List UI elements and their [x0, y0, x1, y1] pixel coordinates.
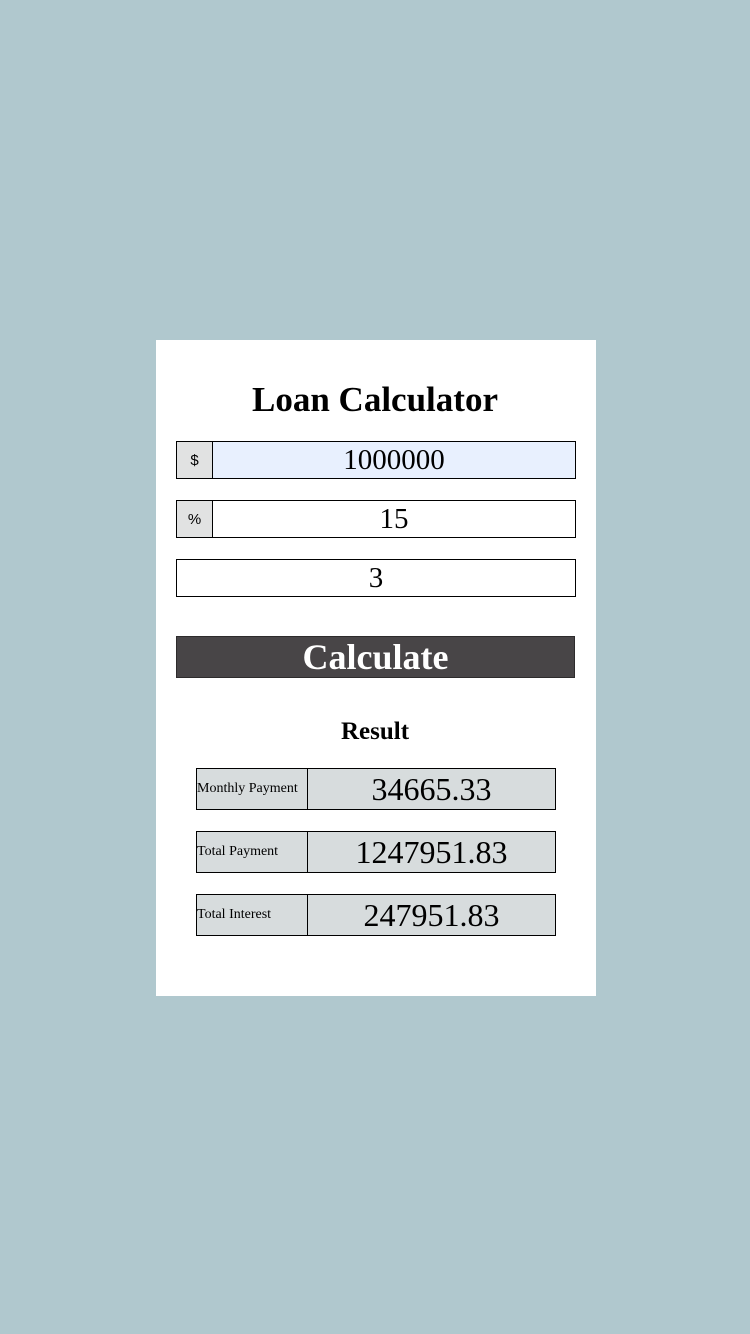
interest-rate-input[interactable]	[213, 501, 575, 537]
total-interest-value: 247951.83	[363, 896, 500, 933]
loan-amount-group: $	[176, 441, 576, 479]
dollar-prefix: $	[177, 442, 213, 478]
total-payment-value: 1247951.83	[355, 833, 508, 870]
loan-term-input[interactable]	[177, 560, 575, 596]
interest-rate-group: %	[176, 500, 576, 538]
loan-term-group	[176, 559, 576, 597]
result-row-monthly-payment: Monthly Payment 34665.33	[196, 768, 556, 810]
result-heading: Result	[340, 718, 410, 745]
page-title: Loan Calculator	[252, 380, 498, 419]
monthly-payment-value: 34665.33	[371, 770, 492, 807]
result-row-total-interest: Total Interest 247951.83	[196, 894, 556, 936]
total-interest-label: Total Interest	[197, 895, 308, 935]
loan-amount-input[interactable]	[213, 442, 575, 478]
calculate-button[interactable]: Calculate	[176, 636, 575, 678]
monthly-payment-label: Monthly Payment	[197, 769, 308, 809]
percent-prefix: %	[177, 501, 213, 537]
total-payment-label: Total Payment	[197, 832, 308, 872]
result-row-total-payment: Total Payment 1247951.83	[196, 831, 556, 873]
